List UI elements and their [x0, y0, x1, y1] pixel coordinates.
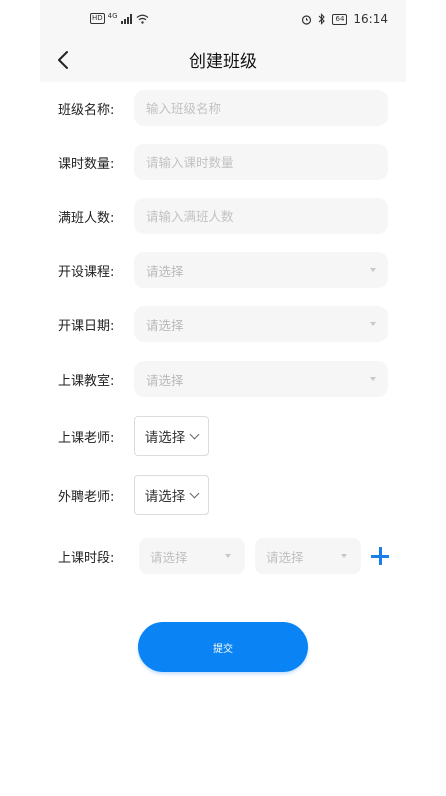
classroom-label: 上课教室:	[58, 373, 115, 389]
class-name-label: 班级名称:	[58, 102, 115, 118]
hours-input[interactable]	[146, 154, 388, 170]
status-right: 64 16:14	[301, 12, 388, 26]
add-time-slot-plus-icon[interactable]	[371, 547, 389, 565]
nav-bar: 创建班级	[40, 40, 406, 80]
course-select[interactable]: 请选择	[134, 252, 388, 288]
external-teacher-row: 外聘老师: 请选择	[58, 475, 209, 515]
hd-icon: HD	[90, 13, 105, 24]
header: HD 4G 64 16:14 创建班级	[40, 0, 406, 82]
hours-row: 课时数量:	[58, 144, 388, 180]
bluetooth-icon	[319, 13, 326, 25]
caret-down-icon	[341, 554, 347, 558]
clock: 16:14	[353, 12, 388, 26]
app-screen: HD 4G 64 16:14 创建班级 班级名称: 输入班级名称 课时数量: 请…	[0, 0, 446, 796]
teacher-label: 上课老师:	[58, 430, 115, 446]
time-slot-row: 上课时段: 请选择 请选择	[58, 538, 361, 574]
start-date-row: 开课日期: 请选择	[58, 306, 388, 342]
chevron-down-icon	[189, 429, 200, 439]
time-slot-start-value: 请选择	[150, 549, 188, 565]
time-slot-end-select[interactable]: 请选择	[255, 538, 361, 574]
classroom-select-value: 请选择	[146, 372, 184, 388]
page-title: 创建班级	[189, 52, 257, 72]
status-bar: HD 4G 64 16:14	[40, 0, 406, 40]
start-date-select-value: 请选择	[146, 317, 184, 333]
classroom-row: 上课教室: 请选择	[58, 361, 388, 397]
hours-field	[134, 144, 388, 180]
teacher-dropdown-value: 请选择	[144, 430, 186, 446]
submit-button[interactable]: 提交	[138, 622, 308, 672]
alarm-icon	[302, 14, 312, 25]
course-label: 开设课程:	[58, 264, 115, 280]
time-slot-end-value: 请选择	[266, 549, 304, 565]
start-date-select[interactable]: 请选择	[134, 306, 388, 342]
external-teacher-dropdown[interactable]: 请选择	[134, 475, 209, 515]
hours-label: 课时数量:	[58, 156, 115, 172]
capacity-row: 满班人数:	[58, 198, 388, 234]
course-select-value: 请选择	[146, 263, 184, 279]
time-slot-label: 上课时段:	[58, 550, 115, 566]
signal-icon	[120, 13, 132, 24]
network-label: 4G	[107, 11, 118, 20]
battery-icon: 64	[332, 13, 348, 25]
external-teacher-label: 外聘老师:	[58, 489, 115, 505]
course-row: 开设课程: 请选择	[58, 252, 388, 288]
classroom-select[interactable]: 请选择	[134, 361, 388, 397]
time-slot-start-select[interactable]: 请选择	[139, 538, 245, 574]
status-left: HD 4G	[90, 11, 149, 24]
caret-down-icon	[370, 322, 376, 326]
class-name-input[interactable]	[146, 100, 388, 116]
teacher-row: 上课老师: 请选择	[58, 416, 209, 456]
external-teacher-dropdown-value: 请选择	[144, 489, 186, 505]
capacity-label: 满班人数:	[58, 210, 115, 226]
caret-down-icon	[370, 268, 376, 272]
capacity-input[interactable]	[146, 208, 388, 224]
class-name-field	[134, 90, 388, 126]
start-date-label: 开课日期:	[58, 318, 115, 334]
chevron-down-icon	[189, 488, 200, 498]
capacity-field	[134, 198, 388, 234]
wifi-icon	[136, 14, 148, 24]
caret-down-icon	[370, 377, 376, 381]
caret-down-icon	[225, 554, 231, 558]
teacher-dropdown[interactable]: 请选择	[134, 416, 209, 456]
class-name-row: 班级名称:	[58, 90, 388, 126]
